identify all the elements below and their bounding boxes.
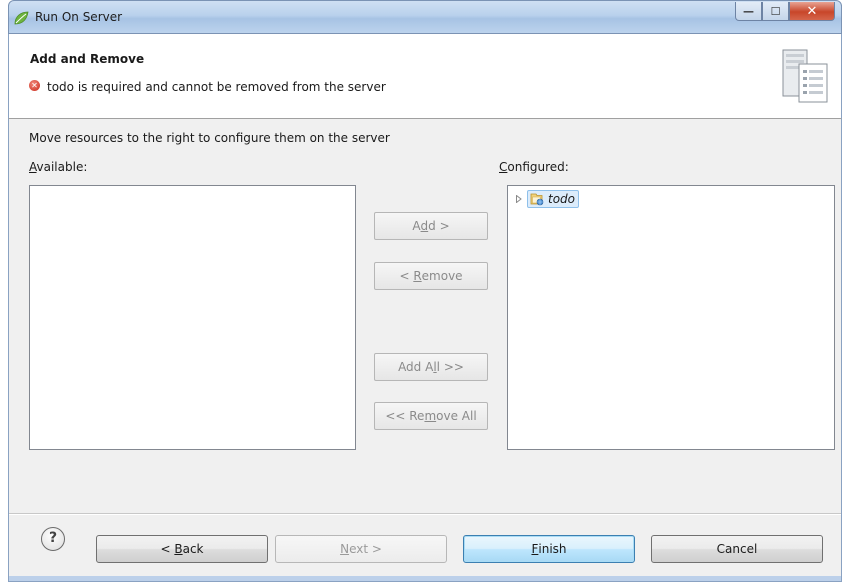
finish-button[interactable]: Finish — [463, 535, 635, 563]
expand-arrow-icon[interactable] — [514, 194, 524, 204]
instructions-text: Move resources to the right to configure… — [29, 131, 390, 145]
window-controls: — ☐ ✕ — [735, 2, 835, 22]
run-on-server-dialog: Run On Server — ☐ ✕ Add and Remove ✕ tod… — [8, 0, 842, 582]
title-bar[interactable]: Run On Server — ☐ ✕ — [8, 0, 842, 34]
error-icon: ✕ — [29, 80, 40, 91]
configured-label: Configured: — [499, 160, 569, 174]
window-bottom-border — [8, 576, 842, 582]
server-wizard-banner-icon — [782, 49, 828, 103]
tree-item-todo-selection[interactable]: todo — [527, 190, 580, 208]
remove-button[interactable]: < Remove — [374, 262, 488, 290]
tree-item-label: todo — [548, 192, 576, 206]
tree-item-todo[interactable]: todo — [514, 190, 580, 208]
available-label: Available: — [29, 160, 88, 174]
cancel-button[interactable]: Cancel — [651, 535, 823, 563]
close-button[interactable]: ✕ — [789, 2, 835, 21]
add-button[interactable]: Add > — [374, 212, 488, 240]
next-button[interactable]: Next > — [275, 535, 447, 563]
remove-all-button[interactable]: << Re m ove All — [374, 402, 488, 430]
page-title: Add and Remove — [30, 52, 145, 66]
maximize-button[interactable]: ☐ — [762, 2, 789, 21]
help-icon[interactable]: ? — [41, 527, 65, 551]
minimize-button[interactable]: — — [735, 2, 762, 21]
configured-list[interactable]: todo — [507, 185, 835, 450]
footer-separator — [9, 513, 841, 515]
available-list[interactable] — [29, 185, 356, 450]
add-all-button[interactable]: Add All >> — [374, 353, 488, 381]
wizard-header: Add and Remove ✕ todo is required and ca… — [8, 34, 842, 119]
error-message: todo is required and cannot be removed f… — [47, 80, 386, 94]
window-title: Run On Server — [35, 10, 123, 24]
back-button[interactable]: < Back — [96, 535, 268, 563]
web-project-icon — [530, 193, 544, 206]
dialog-body: Move resources to the right to configure… — [8, 119, 842, 582]
spring-leaf-icon — [14, 11, 29, 25]
